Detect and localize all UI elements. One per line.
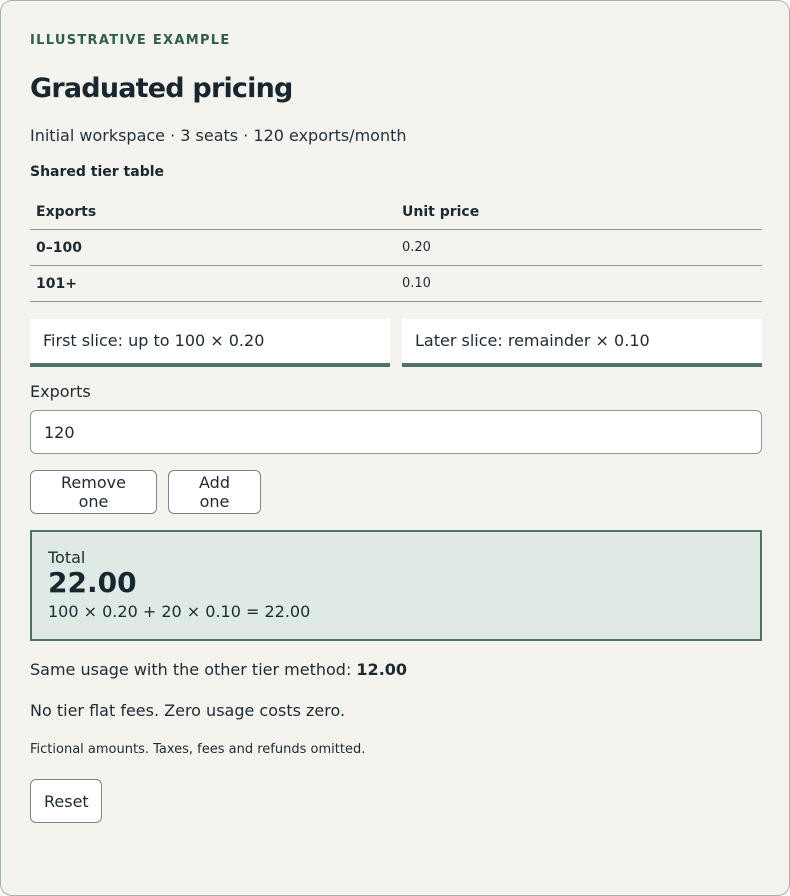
tier-table: Exports Unit price 0–100 0.20 101+ 0.10 (30, 194, 762, 302)
comparison-value: 12.00 (356, 660, 408, 679)
table-row: 101+ 0.10 (30, 265, 762, 302)
total-label: Total (48, 548, 86, 567)
add-one-button[interactable]: Add one (168, 470, 261, 514)
total-value: 22.00 (48, 566, 137, 599)
tier-unit-price: 0.20 (396, 229, 762, 266)
tier-table-header-row: Exports Unit price (30, 194, 762, 230)
comparison-text: Same usage with the other tier method: (30, 660, 357, 679)
total-formula: 100 × 0.20 + 20 × 0.10 = 22.00 (48, 602, 311, 621)
page-title: Graduated pricing (30, 73, 293, 104)
tier-unit-price: 0.10 (396, 265, 762, 302)
tier-table-caption: Shared tier table (30, 164, 165, 180)
total-panel: Total 22.00 100 × 0.20 + 20 × 0.10 = 22.… (30, 530, 762, 641)
first-slice-card: First slice: up to 100 × 0.20 (30, 319, 390, 367)
comparison-line: Same usage with the other tier method: 1… (30, 660, 407, 679)
table-row: 0–100 0.20 (30, 229, 762, 266)
reset-button[interactable]: Reset (30, 779, 102, 823)
scenario-subtitle: Initial workspace · 3 seats · 120 export… (30, 126, 407, 145)
column-header-unit-price: Unit price (396, 194, 762, 230)
exports-field-label: Exports (30, 382, 91, 401)
later-slice-card: Later slice: remainder × 0.10 (402, 319, 762, 367)
eyebrow-label: ILLUSTRATIVE EXAMPLE (30, 33, 231, 48)
remove-one-button[interactable]: Remove one (30, 470, 157, 514)
column-header-exports: Exports (30, 194, 396, 230)
disclaimer-footnote: Fictional amounts. Taxes, fees and refun… (30, 742, 366, 757)
flat-fee-note: No tier flat fees. Zero usage costs zero… (30, 701, 346, 720)
exports-input[interactable] (30, 410, 762, 454)
tier-range: 101+ (30, 265, 396, 302)
pricing-card: ILLUSTRATIVE EXAMPLE Graduated pricing I… (0, 0, 790, 896)
tier-range: 0–100 (30, 229, 396, 266)
